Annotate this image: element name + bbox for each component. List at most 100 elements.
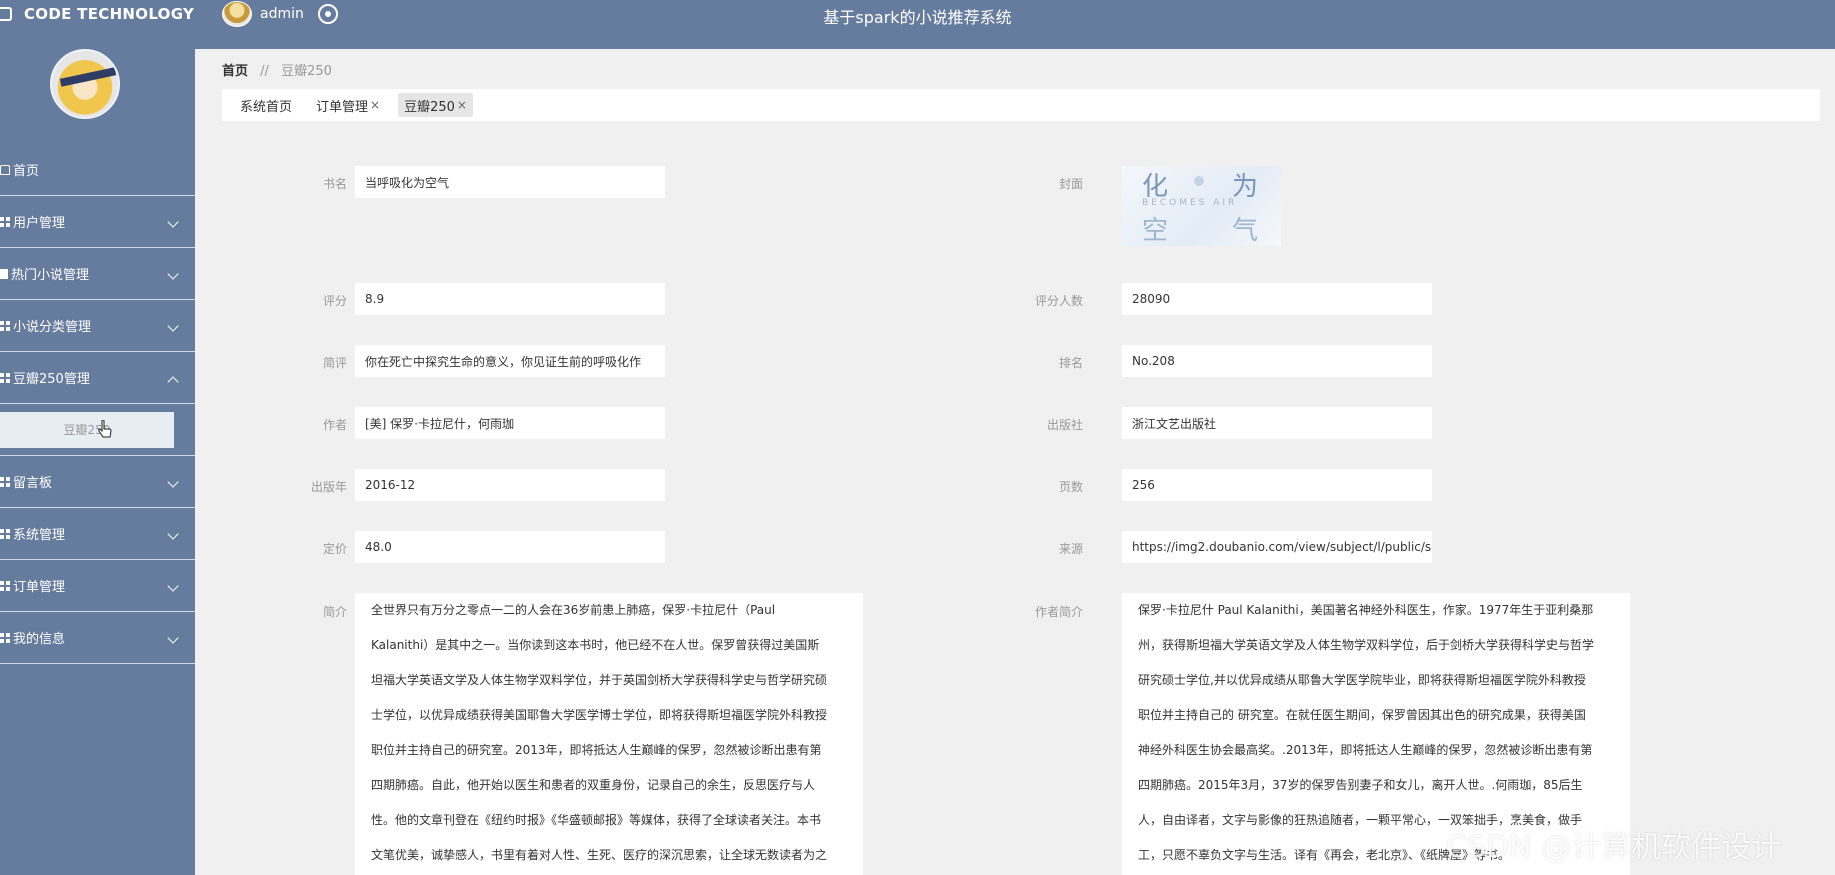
author-intro-line: 州，获得斯坦福大学英语文学及人体生物学双料学位，后于剑桥大学获得科学史与哲学 [1138,638,1595,652]
intro-line: 职位并主持自己的研究室。2013年，即将抵达人生巅峰的保罗，忽然被诊断出患有第 [371,743,822,757]
sidebar-item-novel-category[interactable]: 小说分类管理 [0,300,195,352]
intro-line: 全世界只有万分之零点一二的人会在36岁前患上肺癌，保罗·卡拉尼什（Paul [371,603,776,617]
chevron-down-icon [167,580,179,592]
sidebar-item-label: 豆瓣250管理 [13,372,90,387]
raters-field[interactable]: 28090 [1122,283,1432,315]
grid-icon [0,320,10,331]
author-intro-line: 研究硕士学位,并以优异成绩从耶鲁大学医学院毕业，即将获得斯坦福医学院外科教授 [1138,673,1586,687]
sidebar-item-my-info[interactable]: 我的信息 [0,612,195,664]
sidebar-item-system-management[interactable]: 系统管理 [0,508,195,560]
cover-dot [1194,176,1204,186]
grid-icon [0,580,10,591]
grid-icon [0,216,10,227]
sidebar-item-label: 订单管理 [13,580,66,595]
publish-year-label: 出版年 [310,480,347,494]
rating-field[interactable]: 8.9 [355,283,665,315]
chevron-down-icon [167,528,179,540]
intro-line: 坦福大学英语文学及人体生物学双料学位，并于英国剑桥大学获得科学史与哲学研究硕 [371,673,828,687]
watermark: CSDN @计算机软件设计 [1446,830,1782,865]
chevron-down-icon [167,320,179,332]
cover-char: 气 [1232,216,1259,246]
tab-label: 订单管理 [316,99,369,115]
tab-bar: 系统首页 订单管理 × 豆瓣250 × [222,89,1820,121]
tab-label: 系统首页 [240,99,293,115]
review-field[interactable]: 你在死亡中探究生命的意义，你见证生前的呼吸化作 [355,345,665,377]
sidebar-item-douban250[interactable]: 豆瓣250管理 [0,352,195,404]
intro-line: Kalanithi）是其中之一。当你读到这本书时，他已经不在人世。保罗曾获得过美… [371,638,820,652]
top-bar: CODE TECHNOLOGY admin 基于spark的小说推荐系统 [0,0,1835,49]
author-intro-label: 作者简介 [1034,605,1083,619]
source-label: 来源 [1058,542,1083,556]
sidebar-item-message-board[interactable]: 留言板 [0,456,195,508]
sidebar-item-home[interactable]: 首页 [0,144,195,196]
breadcrumb-separator: // [260,64,269,79]
breadcrumb: 首页 // 豆瓣250 [222,60,332,79]
sidebar-item-label: 小说分类管理 [13,320,92,335]
home-icon [0,164,10,175]
publisher-field[interactable]: 浙江文艺出版社 [1122,407,1432,439]
cover-label: 封面 [1058,177,1083,191]
chevron-down-icon [167,268,179,280]
grid-icon [0,476,10,487]
publisher-label: 出版社 [1046,418,1083,432]
sidebar-item-label: 系统管理 [13,528,66,543]
intro-line: 四期肺癌。自此，他开始以医生和患者的双重身份，记录自己的余生，反思医疗与人 [371,778,816,792]
breadcrumb-home[interactable]: 首页 [222,64,248,79]
rank-label: 排名 [1058,356,1083,370]
chevron-up-icon [167,376,179,388]
flag-icon [0,268,8,279]
tab-system-home[interactable]: 系统首页 [234,93,298,117]
sidebar-menu: 首页 用户管理 热门小说管理 小说分类管理 豆瓣250管理 豆瓣250 留言板 … [0,144,195,664]
pages-label: 页数 [1058,480,1083,494]
author-label: 作者 [322,418,347,432]
submenu-item-douban250[interactable]: 豆瓣250 [0,411,174,448]
sidebar-item-label: 留言板 [13,476,53,491]
rating-label: 评分 [322,294,347,308]
price-label: 定价 [322,542,347,556]
chevron-down-icon [167,216,179,228]
sidebar-item-label: 首页 [13,164,40,179]
sidebar-item-order-management[interactable]: 订单管理 [0,560,195,612]
tab-order-management[interactable]: 订单管理 × [310,93,386,117]
chevron-down-icon [167,476,179,488]
review-label: 简评 [322,356,347,370]
intro-line: 士学位，以优异成绩获得美国耶鲁大学医学博士学位，即将获得斯坦福医学院外科教授 [371,708,828,722]
sidebar: 首页 用户管理 热门小说管理 小说分类管理 豆瓣250管理 豆瓣250 留言板 … [0,49,195,875]
price-field[interactable]: 48.0 [355,531,665,563]
cover-image[interactable]: 化 为 BECOMES AIR 空 气 [1122,166,1281,246]
intro-line: 性。他的文章刊登在《纽约时报》《华盛顿邮报》等媒体，获得了全球读者关注。本书 [371,813,822,827]
publish-year-field[interactable]: 2016-12 [355,469,665,501]
grid-icon [0,372,10,383]
sidebar-item-user-management[interactable]: 用户管理 [0,196,195,248]
author-intro-line: 四期肺癌。2015年3月，37岁的保罗告别妻子和女儿，离开人世。.何雨珈，85后… [1138,778,1583,792]
tab-douban250[interactable]: 豆瓣250 × [398,93,473,117]
close-icon[interactable]: × [370,98,380,112]
sidebar-item-hot-novels[interactable]: 热门小说管理 [0,248,195,300]
intro-line: 文笔优美，诚挚感人，书里有着对人性、生死、医疗的深沉思索，让全球无数读者为之 [371,848,828,862]
sidebar-item-label: 热门小说管理 [11,268,90,283]
close-icon[interactable]: × [457,98,467,112]
tab-label: 豆瓣250 [404,99,455,115]
author-intro-line: 职位并主持自己的 研究室。在就任医生期间，保罗曾因其出色的研究成果，获得美国 [1138,708,1586,722]
title-field[interactable]: 当呼吸化为空气 [355,166,665,198]
grid-icon [0,632,10,643]
sidebar-item-label: 我的信息 [13,632,66,647]
submenu-douban250: 豆瓣250 [0,404,195,456]
rank-field[interactable]: No.208 [1122,345,1432,377]
cover-char: 空 [1142,216,1169,246]
grid-icon [0,528,10,539]
raters-label: 评分人数 [1034,294,1083,308]
hand-cursor-icon [98,419,112,437]
intro-label: 简介 [322,605,347,619]
source-field[interactable]: https://img2.doubanio.com/view/subject/l… [1122,531,1432,563]
author-intro-line: 保罗·卡拉尼什 Paul Kalanithi，美国著名神经外科医生，作家。197… [1138,603,1594,617]
author-intro-line: 神经外科医生协会最高奖。.2013年，即将抵达人生巅峰的保罗，忽然被诊断出患有第 [1138,743,1593,757]
author-field[interactable]: [美] 保罗·卡拉尼什，何雨珈 [355,407,665,439]
pages-field[interactable]: 256 [1122,469,1432,501]
intro-textarea[interactable]: 全世界只有万分之零点一二的人会在36岁前患上肺癌，保罗·卡拉尼什（Paul Ka… [355,593,863,875]
cover-subtitle: BECOMES AIR [1142,198,1238,208]
sidebar-item-label: 用户管理 [13,216,66,231]
title-label: 书名 [322,177,347,191]
system-title: 基于spark的小说推荐系统 [823,8,1012,27]
breadcrumb-current: 豆瓣250 [281,64,332,79]
